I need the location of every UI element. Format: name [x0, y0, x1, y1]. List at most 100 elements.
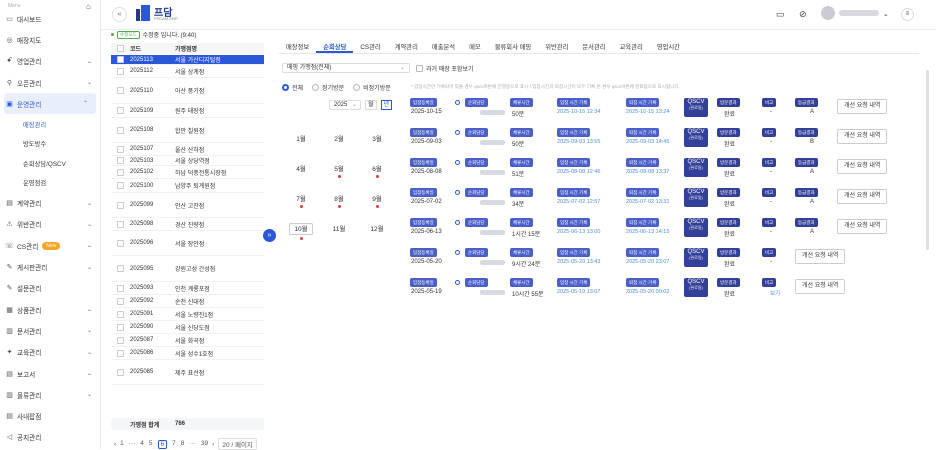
improvement-request-button[interactable]: 개선 요청 내역 — [837, 189, 888, 204]
col-name[interactable]: 가맹점명 — [175, 44, 264, 53]
table-row[interactable]: 2025096 서울 장안점 — [111, 231, 264, 256]
sidebar-subitem[interactable]: 매장관리 — [0, 114, 100, 134]
sidebar-item-store[interactable]: ▣ 운영관리 ⌃ — [4, 93, 96, 115]
row-checkbox[interactable] — [117, 87, 124, 94]
sidebar-item-edit[interactable]: ✎ 게시판관리 ⌄ — [0, 256, 100, 277]
table-row[interactable]: 2025092 순천 신대점 — [111, 295, 264, 308]
chevron-down-icon[interactable]: ⌄ — [883, 10, 889, 18]
user-name[interactable] — [839, 10, 879, 16]
row-checkbox[interactable] — [117, 145, 124, 153]
tab-0[interactable]: 매장정보 — [279, 38, 316, 53]
month-cell[interactable]: 4월 — [289, 163, 313, 173]
sidebar-item-people[interactable]: ꗃ 영업관리 ⌄ — [0, 51, 100, 72]
improvement-request-button[interactable]: 개선 요청 내역 — [795, 249, 846, 264]
month-cell[interactable]: 9월 — [365, 193, 389, 208]
menu-icon[interactable]: ≡ — [901, 8, 914, 21]
month-cell[interactable]: 11월 — [327, 223, 351, 233]
sidebar-item-location[interactable]: ⚲ 오픈관리 ⌄ — [0, 72, 100, 93]
month-cell[interactable]: 12월 — [365, 223, 389, 233]
month-cell[interactable]: 2월 — [327, 133, 351, 143]
radio-option[interactable]: 정기방문 — [312, 83, 344, 92]
month-cell[interactable]: 8월 — [327, 193, 351, 208]
month-cell[interactable]: 3월 — [365, 133, 389, 143]
radio-option[interactable]: 비정기방문 — [353, 83, 391, 92]
year-view-button[interactable]: 년 — [380, 100, 393, 110]
table-row[interactable]: 2025103 서울 상당역점 — [111, 156, 264, 166]
sidebar-item-education[interactable]: ✦ 교육관리 ⌄ — [0, 342, 100, 363]
table-row[interactable]: 2025087 서울 화곡점 — [111, 334, 264, 347]
page-number[interactable]: 4 — [140, 440, 144, 449]
improvement-request-button[interactable]: 개선 요청 내역 — [795, 279, 846, 294]
row-checkbox[interactable] — [117, 265, 124, 272]
page-number[interactable]: 1 — [120, 440, 124, 449]
month-cell[interactable]: 6월 — [365, 163, 389, 178]
qscv-button[interactable]: QSCV (완료됨) — [684, 188, 708, 207]
month-cell[interactable]: 5월 — [327, 163, 351, 178]
tab-4[interactable]: 매출분석 — [425, 38, 462, 53]
sidebar-item-document[interactable]: ▥ 문서관리 ⌄ — [0, 320, 100, 341]
row-checkbox[interactable] — [117, 126, 124, 134]
radio-option[interactable]: 전체 — [282, 83, 303, 92]
row-checkbox[interactable] — [117, 107, 124, 114]
qscv-button[interactable]: QSCV (완료됨) — [684, 128, 708, 147]
qscv-button[interactable]: QSCV (완료됨) — [684, 98, 708, 117]
checkbox-box[interactable] — [416, 65, 423, 72]
row-checkbox[interactable] — [117, 182, 124, 189]
tab-7[interactable]: 위반관리 — [538, 38, 575, 53]
help-icon[interactable]: ⊘ — [799, 9, 807, 20]
improvement-request-button[interactable]: 개선 요청 내역 — [837, 99, 888, 114]
row-checkbox[interactable] — [117, 239, 124, 247]
tab-1[interactable]: 순회상담 — [316, 38, 354, 53]
page-number[interactable]: 6 — [157, 439, 168, 449]
avatar[interactable] — [821, 6, 835, 20]
sidebar-item-warning[interactable]: ⚠ 위반관리 ⌄ — [0, 214, 100, 235]
row-checkbox[interactable] — [117, 284, 124, 292]
page-number[interactable]: ··· — [129, 440, 136, 449]
tab-3[interactable]: 계약관리 — [388, 38, 425, 53]
scrollbar[interactable] — [926, 70, 929, 250]
tab-6[interactable]: 물류회사 매핑 — [488, 38, 539, 53]
sidebar-subitem[interactable]: 순회상담/QSCV — [0, 153, 100, 173]
qscv-button[interactable]: QSCV (완료됨) — [684, 218, 708, 237]
improvement-request-button[interactable]: 개선 요청 내역 — [837, 219, 888, 234]
table-row[interactable]: 2025099 안산 고잔점 — [111, 193, 264, 218]
table-row[interactable]: 2025100 남양주 퇴계원점 — [111, 179, 264, 193]
row-checkbox[interactable] — [117, 67, 124, 75]
page-number[interactable]: ··· — [189, 440, 196, 449]
table-row[interactable]: 2025107 울산 산하점 — [111, 143, 264, 156]
table-row[interactable]: 2025090 서울 신당도점 — [111, 321, 264, 334]
table-row[interactable]: 2025110 아산 풍기점 — [111, 78, 264, 104]
sidebar-item-monitor[interactable]: ▭ 대시보드 — [0, 8, 100, 29]
sidebar-subitem[interactable]: 방도방수 — [0, 134, 100, 154]
prev-page-icon[interactable]: ‹ — [114, 441, 116, 448]
table-row[interactable]: 2025098 경산 진량점 — [111, 218, 264, 231]
tab-2[interactable]: CS관리 — [353, 38, 387, 53]
page-size-select[interactable]: 20 / 페이지 — [218, 438, 257, 450]
page-number[interactable]: 8 — [181, 440, 185, 449]
monitor-icon[interactable]: ▭ — [776, 9, 785, 20]
table-row[interactable]: 2025102 하남 덕풍전통시장점 — [111, 166, 264, 179]
table-row[interactable]: 2025086 서울 성수1호점 — [111, 347, 264, 360]
improvement-request-button[interactable]: 개선 요청 내역 — [837, 129, 888, 144]
radio-circle[interactable] — [312, 84, 320, 91]
sidebar-item-logistics[interactable]: ▥ 물류관리 ⌄ — [0, 384, 100, 405]
table-row[interactable]: 2025108 합안 칠원점 — [111, 118, 264, 143]
sidebar-item-map-pin[interactable]: ◎ 매장지도 — [0, 29, 100, 50]
store-filter-select[interactable]: 매핑 가맹점(전체) ⌄ — [282, 63, 410, 73]
sidebar-item-shop[interactable]: ▤ 사내팝점 — [0, 405, 100, 426]
improvement-request-button[interactable]: 개선 요청 내역 — [837, 159, 888, 174]
select-all-checkbox[interactable] — [117, 45, 124, 52]
tab-10[interactable]: 영업시간 — [650, 38, 687, 53]
month-cell[interactable]: 1월 — [289, 133, 313, 143]
sidebar-item-report[interactable]: ▤ 보고서 ⌄ — [0, 363, 100, 384]
row-checkbox[interactable] — [117, 297, 124, 305]
radio-circle[interactable] — [353, 84, 361, 91]
table-row[interactable]: 2025112 서울 상계점 — [111, 65, 264, 78]
month-cell[interactable]: 7월 — [289, 193, 313, 208]
sidebar-item-product[interactable]: ▦ 상품관리 ⌄ — [0, 299, 100, 320]
page-number[interactable]: 39 — [201, 440, 208, 449]
row-checkbox[interactable] — [117, 168, 124, 176]
past-stores-checkbox[interactable]: 과거 매장 포함보기 — [416, 64, 474, 73]
sidebar-item-survey[interactable]: ✎ 설문관리 — [0, 278, 100, 299]
table-row[interactable]: 2025109 원주 태장점 — [111, 104, 264, 118]
